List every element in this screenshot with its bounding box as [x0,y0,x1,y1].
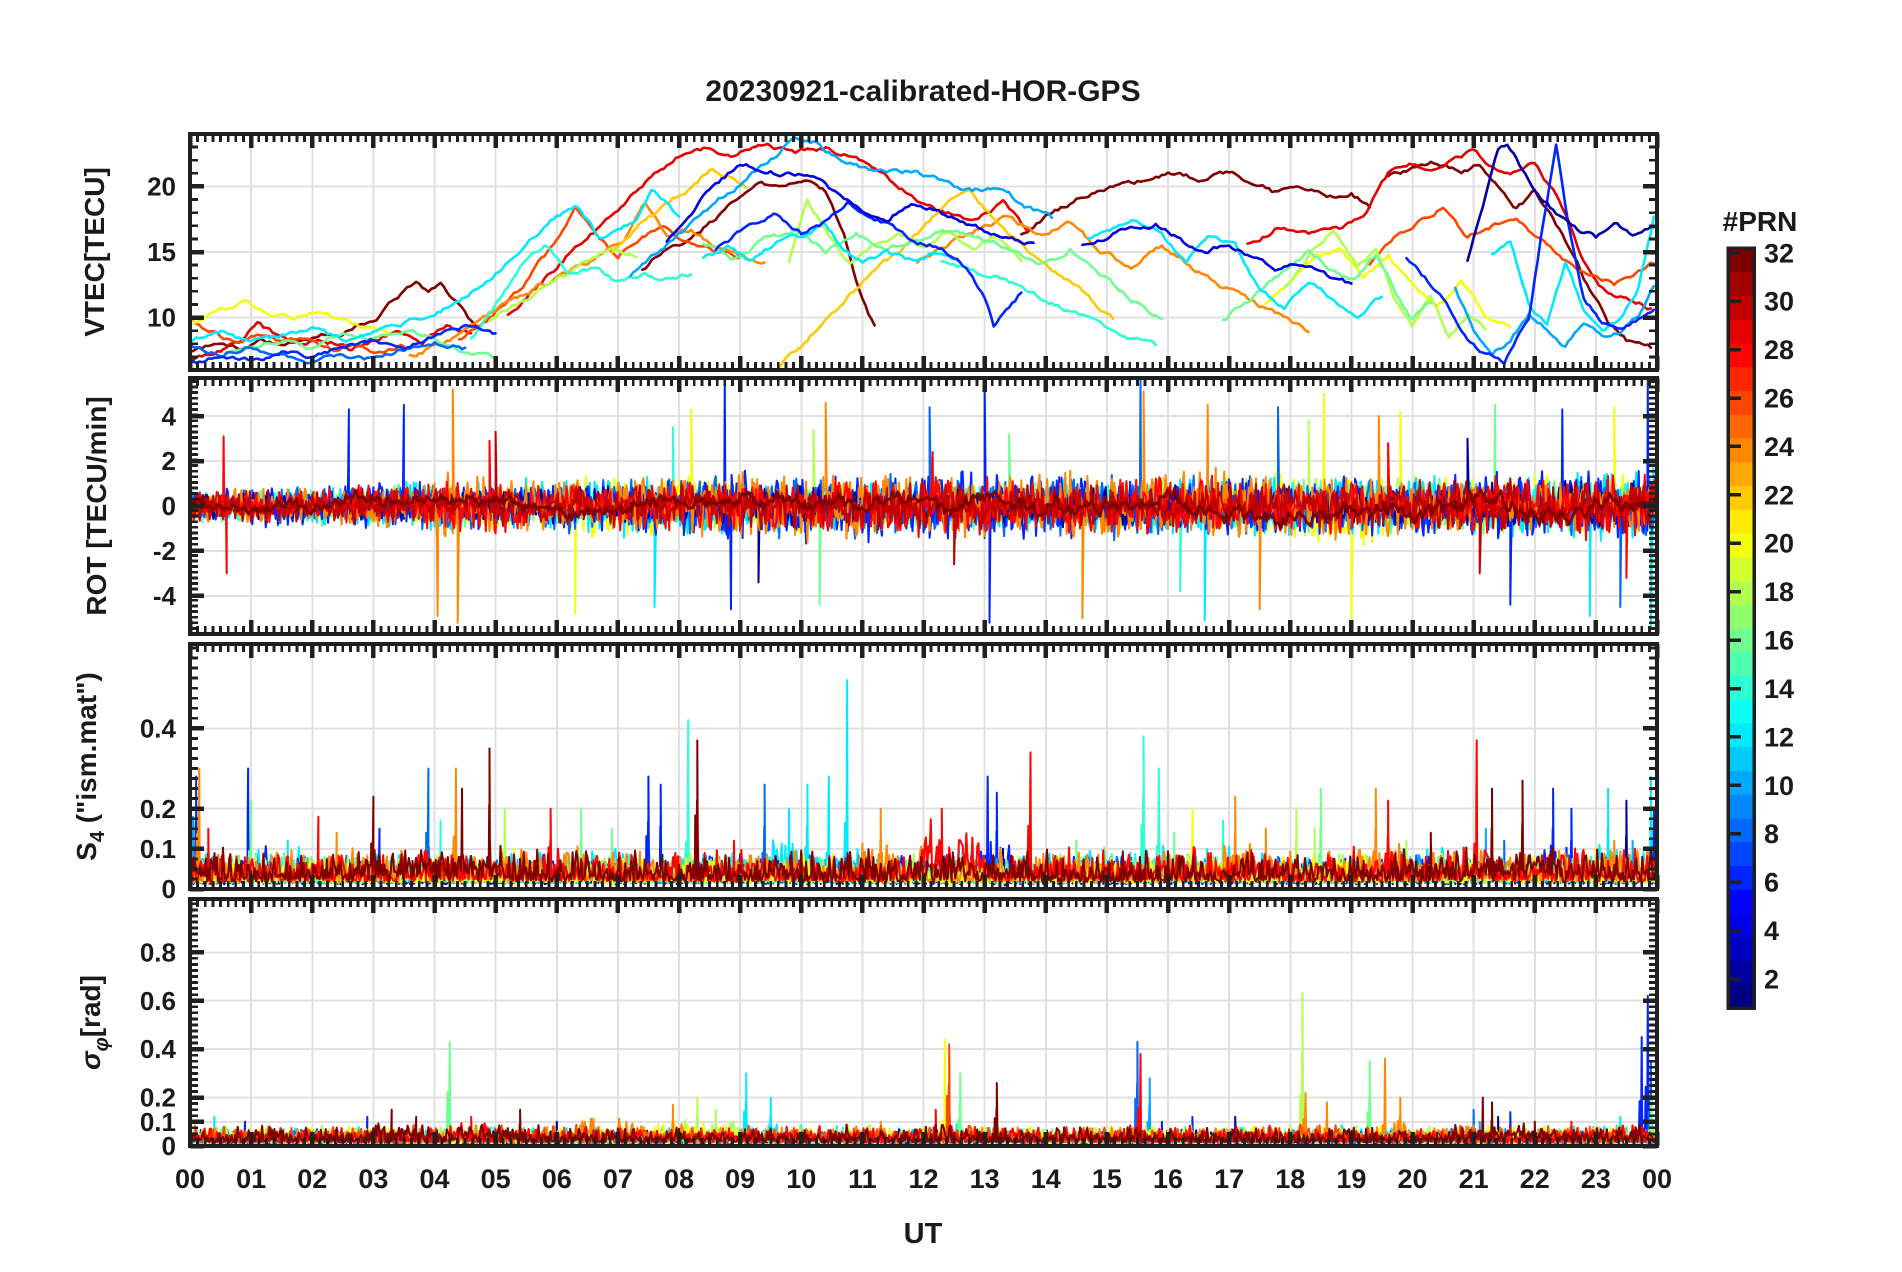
vtec-series-prn29 [506,142,1029,317]
svg-text:00: 00 [1642,1164,1672,1194]
subplot-s4-ylabel: S4 ("ism.mat") [71,672,109,861]
svg-text:28: 28 [1764,335,1794,365]
svg-text:08: 08 [664,1164,694,1194]
svg-text:19: 19 [1336,1164,1366,1194]
svg-text:15: 15 [147,237,176,267]
svg-text:18: 18 [1275,1164,1305,1194]
svg-text:8: 8 [1764,819,1779,849]
x-tick-labels: 00 01 02 03 04 05 06 07 08 09 10 11 12 13 14 15 16 17 18 19… [175,1164,1672,1194]
svg-text:0: 0 [162,491,176,521]
svg-text:10: 10 [147,303,176,333]
svg-text:0.1: 0.1 [140,834,176,864]
subplot-rot-ylabel: ROT [TECU/min] [81,396,112,615]
svg-text:6: 6 [1764,868,1779,898]
svg-text:4: 4 [1764,916,1779,946]
colorbar-tick-labels: 2468101214161820222426283032 [1764,238,1794,994]
colorbar-title: #PRN [1723,206,1798,237]
subplot-vtec-ylabel: VTEC[TECU] [79,167,110,337]
svg-text:01: 01 [236,1164,266,1194]
svg-text:0.2: 0.2 [140,1083,176,1113]
figure: 20230921-calibrated-HOR-GPS UT #PRN 10 15… [0,0,1902,1272]
svg-text:20: 20 [1397,1164,1427,1194]
svg-text:30: 30 [1764,287,1794,317]
svg-text:04: 04 [419,1164,449,1194]
subplot-vtec-grid [192,136,1655,368]
svg-text:22: 22 [1520,1164,1550,1194]
svg-text:0.6: 0.6 [140,986,176,1016]
vtec-series-prn22 [776,188,1115,369]
svg-text:06: 06 [542,1164,572,1194]
svg-text:13: 13 [970,1164,1000,1194]
vtec-series-prn14 [469,244,693,340]
svg-text:0.4: 0.4 [140,713,177,743]
svg-text:0.2: 0.2 [140,794,176,824]
svg-text:32: 32 [1764,238,1794,268]
svg-text:16: 16 [1153,1164,1183,1194]
svg-text:2: 2 [162,446,176,476]
svg-text:09: 09 [725,1164,755,1194]
svg-text:-4: -4 [153,581,177,611]
svg-text:23: 23 [1581,1164,1611,1194]
svg-text:00: 00 [175,1164,205,1194]
vtec-series-prn24 [408,201,766,358]
svg-text:21: 21 [1459,1164,1489,1194]
svg-text:11: 11 [848,1164,877,1194]
svg-text:10: 10 [786,1164,816,1194]
colorbar [1726,246,1756,1010]
vtec-series-prn32 [1386,160,1653,350]
svg-text:0: 0 [162,874,176,904]
svg-text:03: 03 [358,1164,388,1194]
svg-text:0.4: 0.4 [140,1034,177,1064]
svg-text:12: 12 [1764,722,1794,752]
svg-text:24: 24 [1764,432,1794,462]
subplot-sigma-phi-grid [192,901,1655,1144]
svg-text:20: 20 [1764,529,1794,559]
svg-text:14: 14 [1764,674,1794,704]
svg-text:0.8: 0.8 [140,937,176,967]
subplot-s4-ytick-labels: 0 0.1 0.2 0.4 [140,713,177,904]
svg-text:15: 15 [1092,1164,1122,1194]
vtec-series-prn29 [1246,148,1653,311]
svg-text:22: 22 [1764,480,1794,510]
svg-text:12: 12 [908,1164,938,1194]
subplot-sigma-phi-ytick-labels: 00.10.20.40.60.8 [140,937,177,1161]
grid-layer [192,136,1655,1144]
x-axis-label: UT [904,1218,943,1250]
svg-text:05: 05 [481,1164,511,1194]
svg-text:20: 20 [147,172,176,202]
svg-text:16: 16 [1764,626,1794,656]
vtec-series-prn14 [940,259,1158,347]
svg-text:14: 14 [1031,1164,1061,1194]
svg-text:2: 2 [1764,964,1779,994]
figure-canvas: 20230921-calibrated-HOR-GPS UT #PRN 10 15… [71,75,1798,1250]
figure-title: 20230921-calibrated-HOR-GPS [705,75,1140,108]
svg-text:4: 4 [162,401,177,431]
vtec-series-prn16 [1221,249,1433,322]
svg-text:10: 10 [1764,771,1794,801]
svg-text:17: 17 [1214,1164,1244,1194]
svg-text:-2: -2 [153,536,176,566]
subplot-vtec-ytick-labels: 10 15 20 [147,172,176,333]
svg-text:26: 26 [1764,384,1794,414]
svg-text:02: 02 [297,1164,327,1194]
subplot-sigma-phi-ylabel: σφ[rad] [75,975,113,1070]
svg-text:07: 07 [603,1164,633,1194]
svg-text:18: 18 [1764,577,1794,607]
subplot-rot-ytick-labels: -4 -2 0 2 4 [153,401,177,611]
